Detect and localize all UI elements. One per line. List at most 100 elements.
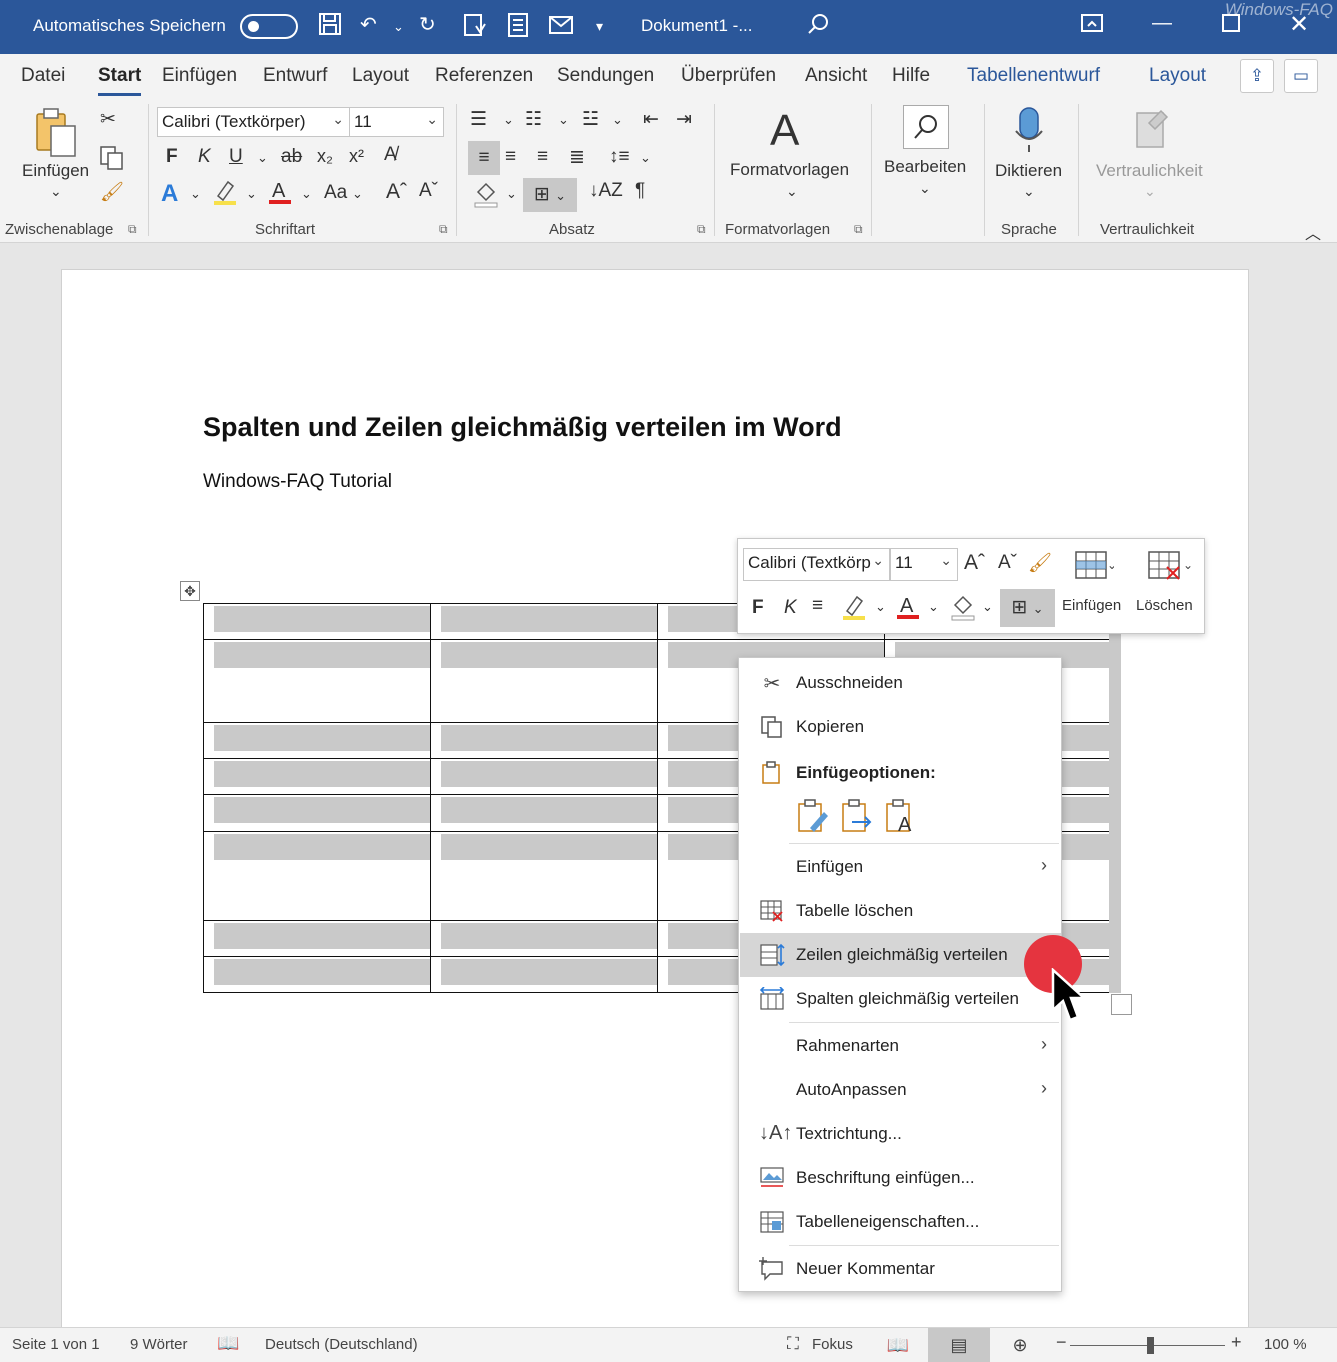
mini-highlight-dropdown-icon[interactable]: ⌄ [875,599,886,615]
table-cell[interactable] [430,722,658,759]
menu-item-text-direction[interactable]: ↓A↑ Textrichtung... [740,1112,1061,1156]
mini-center-icon[interactable]: ≡ [812,595,823,617]
line-spacing-dropdown-icon[interactable]: ⌄ [640,150,651,166]
zoom-slider-thumb[interactable] [1147,1337,1154,1354]
mini-format-painter-icon[interactable]: 🖌 [1028,551,1052,575]
word-count[interactable]: 9 Wörter [130,1336,188,1353]
undo-dropdown-icon[interactable]: ⌄ [393,19,404,35]
font-launcher-icon[interactable]: ⧉ [439,222,448,237]
mini-delete-label[interactable]: Löschen [1136,597,1193,614]
table-resize-handle[interactable] [1111,994,1132,1015]
paragraph-launcher-icon[interactable]: ⧉ [697,222,706,237]
read-mode-icon[interactable]: 📖 [867,1328,929,1362]
table-cell[interactable] [430,920,658,957]
text-effects-icon[interactable]: A [161,180,178,208]
mini-shrink-font-icon[interactable]: Aˇ [998,552,1017,574]
redo-icon[interactable]: ↻ [419,12,436,37]
mini-italic-button[interactable]: K [784,597,797,619]
grow-font-icon[interactable]: Aˆ [386,180,407,204]
paste-merge-formatting-icon[interactable] [840,798,874,841]
underline-dropdown-icon[interactable]: ⌄ [257,150,268,166]
font-name-combo[interactable]: Calibri (Textkörper) ⌄ [157,107,350,137]
minimize-icon[interactable]: — [1152,12,1172,35]
bold-button[interactable]: F [166,146,178,168]
mini-bold-button[interactable]: F [752,597,764,619]
table-cell[interactable] [203,920,431,957]
tab-datei[interactable]: Datei [21,65,65,87]
table-cell[interactable] [430,603,658,640]
styles-dropdown-icon[interactable]: ⌄ [786,183,798,200]
language-status[interactable]: Deutsch (Deutschland) [265,1336,418,1353]
styles-launcher-icon[interactable]: ⧉ [854,222,863,237]
styles-icon[interactable]: A [770,106,799,156]
table-cell[interactable] [203,603,431,640]
tab-tabellenentwurf[interactable]: Tabellenentwurf [967,65,1100,87]
mini-highlight-icon[interactable] [841,593,867,627]
change-case-dropdown-icon[interactable]: ⌄ [352,186,363,202]
microphone-icon[interactable] [1012,105,1046,161]
table-cell[interactable] [203,831,431,921]
bullets-icon[interactable]: ☰ [470,108,487,131]
sort-icon[interactable]: ↓AZ [589,180,623,202]
highlight-icon[interactable] [212,178,238,212]
tab-sendungen[interactable]: Sendungen [557,65,654,87]
page-count[interactable]: Seite 1 von 1 [12,1336,100,1353]
italic-button[interactable]: K [198,146,211,168]
tab-layout[interactable]: Layout [352,65,409,87]
menu-item-distribute-rows[interactable]: Zeilen gleichmäßig verteilen [740,933,1061,977]
mini-shading-dropdown-icon[interactable]: ⌄ [982,599,993,615]
text-effects-dropdown-icon[interactable]: ⌄ [190,186,201,202]
autosave-toggle[interactable] [240,14,298,39]
dictate-label[interactable]: Diktieren [995,161,1062,181]
menu-item-autofit[interactable]: AutoAnpassen › [740,1068,1061,1112]
table-cell[interactable] [203,639,431,723]
cut-icon[interactable]: ✂ [100,108,116,131]
numbering-icon[interactable]: ☷ [525,108,542,131]
ribbon-display-icon[interactable] [1080,12,1104,40]
tab-einfuegen[interactable]: Einfügen [162,65,237,87]
paste-dropdown-icon[interactable]: ⌄ [50,183,62,200]
format-painter-icon[interactable]: 🖌 [100,180,124,204]
highlight-dropdown-icon[interactable]: ⌄ [246,186,257,202]
styles-label[interactable]: Formatvorlagen [730,160,849,180]
menu-item-delete-table[interactable]: Tabelle löschen [740,889,1061,933]
mini-grow-font-icon[interactable]: Aˆ [964,551,985,575]
collapse-ribbon-icon[interactable]: ︿ [1305,220,1321,244]
customize-qat-icon[interactable]: ▾ [596,18,603,35]
mini-font-color-icon[interactable]: A [896,593,920,627]
shading-dropdown-icon[interactable]: ⌄ [506,186,517,202]
tab-hilfe[interactable]: Hilfe [892,65,930,87]
tab-entwurf[interactable]: Entwurf [263,65,327,87]
shading-icon[interactable] [473,180,499,214]
paste-icon[interactable] [33,106,79,164]
mini-insert-label[interactable]: Einfügen [1062,597,1121,614]
zoom-in-button[interactable]: + [1231,1332,1242,1353]
table-cell[interactable] [203,722,431,759]
table-cell[interactable] [430,639,658,723]
print-layout-icon[interactable]: ▤ [928,1328,990,1362]
paste-label[interactable]: Einfügen [22,161,89,181]
table-cell[interactable] [430,831,658,921]
copy-icon[interactable] [99,145,125,177]
save-icon[interactable] [318,12,342,42]
font-color-icon[interactable]: A [268,178,292,212]
focus-label[interactable]: Fokus [812,1336,853,1353]
table-cell[interactable] [203,758,431,795]
menu-item-insert[interactable]: Einfügen › [740,845,1061,889]
menu-item-new-comment[interactable]: Neuer Kommentar [740,1247,1061,1291]
font-color-dropdown-icon[interactable]: ⌄ [301,186,312,202]
dictate-dropdown-icon[interactable]: ⌄ [1023,183,1035,200]
tab-table-layout[interactable]: Layout [1149,65,1206,87]
table-cell[interactable] [203,956,431,993]
bullets-dropdown-icon[interactable]: ⌄ [503,112,514,128]
mini-font-name-combo[interactable]: Calibri (Textkörp ⌄ [743,548,890,581]
menu-item-insert-caption[interactable]: Beschriftung einfügen... [740,1156,1061,1200]
mini-font-color-dropdown-icon[interactable]: ⌄ [928,599,939,615]
form-icon[interactable] [506,12,530,44]
web-layout-icon[interactable]: ⊕ [989,1328,1051,1362]
increase-indent-icon[interactable]: ⇥ [676,108,692,131]
document-title[interactable]: Dokument1 -... [641,16,753,36]
table-cell[interactable] [430,956,658,993]
table-cell[interactable] [430,794,658,832]
menu-item-border-styles[interactable]: Rahmenarten › [740,1024,1061,1068]
